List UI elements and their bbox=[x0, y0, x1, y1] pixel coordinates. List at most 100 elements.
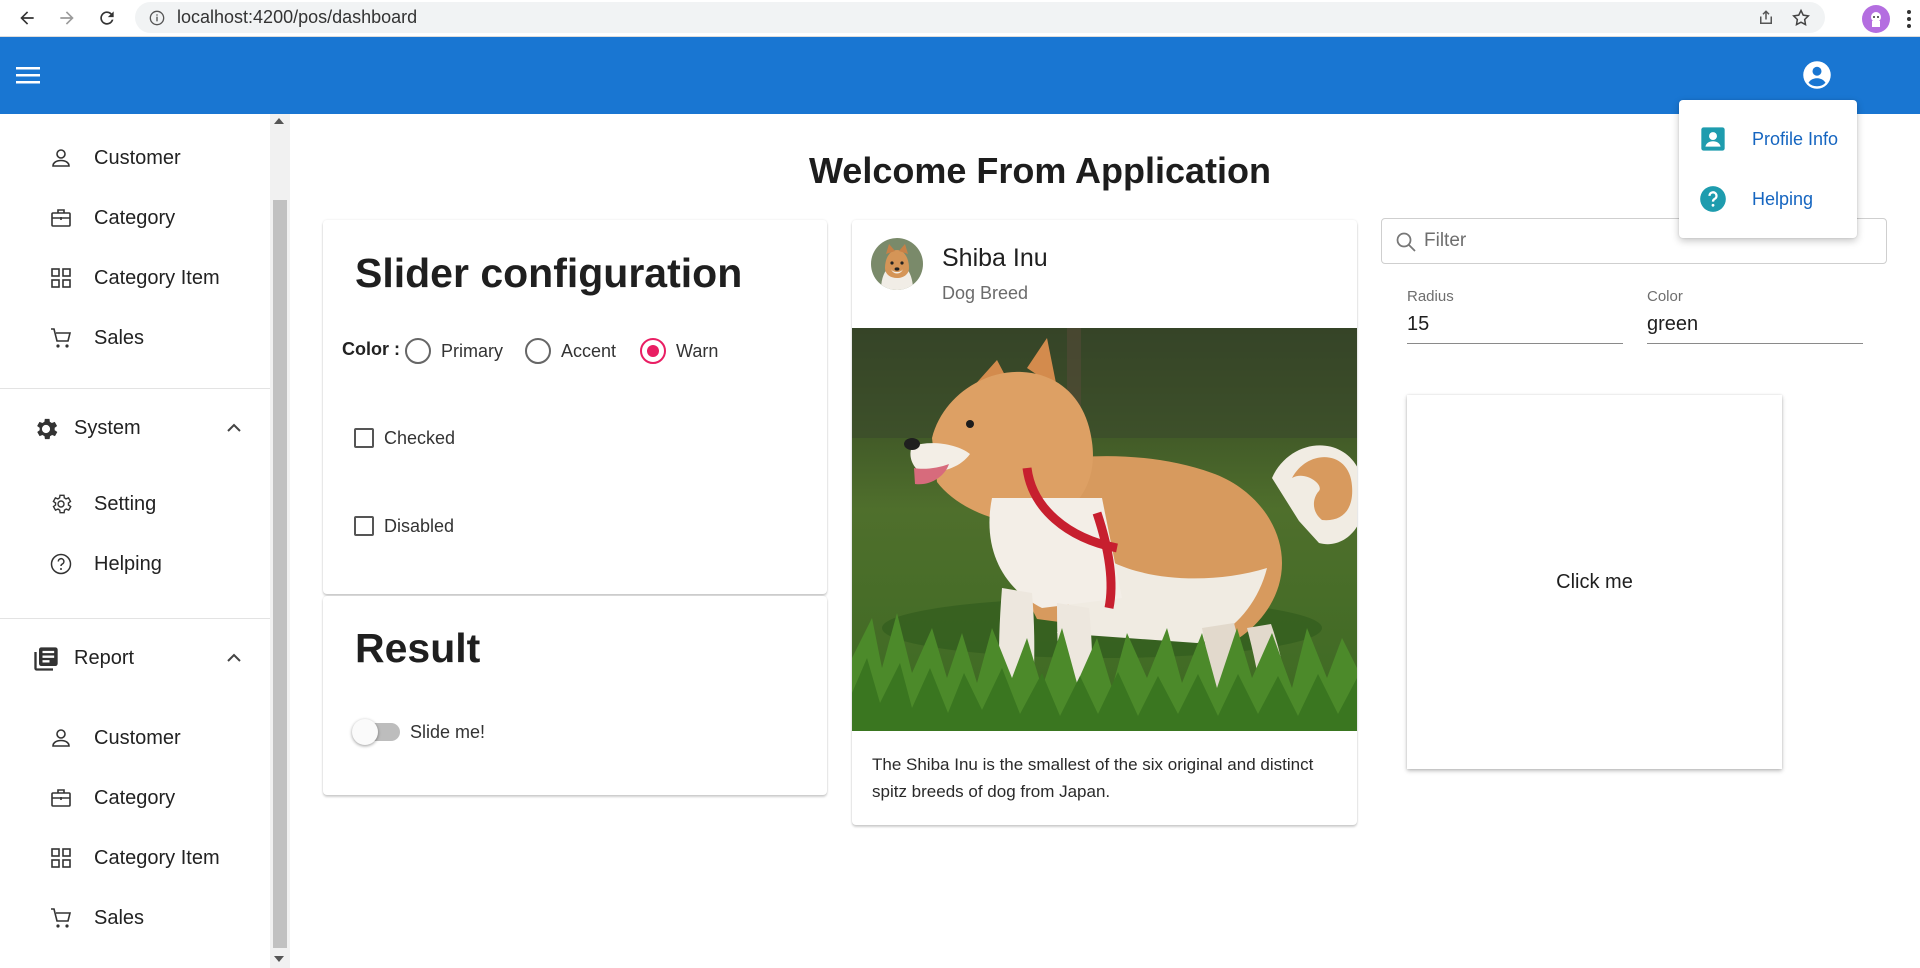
radio-circle[interactable] bbox=[405, 338, 431, 364]
search-icon bbox=[1396, 232, 1416, 252]
sidebar-item-report-customer[interactable]: Customer bbox=[0, 714, 270, 762]
radio-primary[interactable]: Primary bbox=[405, 338, 503, 364]
radio-label: Primary bbox=[441, 340, 503, 361]
shiba-inu-photo bbox=[852, 328, 1357, 731]
radio-circle-selected[interactable] bbox=[640, 338, 666, 364]
star-icon[interactable] bbox=[1791, 8, 1811, 28]
scroll-up-arrow-icon[interactable] bbox=[274, 118, 284, 124]
dog-avatar bbox=[871, 238, 923, 290]
sidebar-item-category[interactable]: Category bbox=[0, 194, 270, 242]
chevron-up-icon[interactable] bbox=[222, 416, 246, 440]
browser-profile-avatar[interactable] bbox=[1862, 4, 1890, 33]
help-icon bbox=[50, 553, 72, 575]
toggle-track[interactable] bbox=[352, 719, 400, 745]
sidebar-item-helping[interactable]: Helping bbox=[0, 540, 270, 588]
account-dropdown-menu: Profile Info Helping bbox=[1679, 100, 1857, 238]
checkbox-box[interactable] bbox=[354, 516, 374, 536]
address-bar[interactable]: localhost:4200/pos/dashboard bbox=[135, 2, 1825, 33]
sidebar-item-report-category-item[interactable]: Category Item bbox=[0, 834, 270, 882]
click-me-button[interactable]: Click me bbox=[1407, 395, 1782, 769]
info-icon[interactable] bbox=[149, 10, 165, 26]
menu-item-helping[interactable]: Helping bbox=[1679, 171, 1857, 227]
sidebar-item-setting[interactable]: Setting bbox=[0, 480, 270, 528]
sidebar-item-label: Category bbox=[94, 206, 176, 229]
sidebar-item-category-item[interactable]: Category Item bbox=[0, 254, 270, 302]
dog-card-title: Shiba Inu bbox=[942, 244, 1048, 272]
page-title: Welcome From Application bbox=[808, 150, 1272, 191]
sidebar-item-customer[interactable]: Customer bbox=[0, 134, 270, 182]
dog-card-description: The Shiba Inu is the smallest of the six… bbox=[872, 755, 1314, 801]
back-icon[interactable] bbox=[10, 1, 44, 35]
menu-item-label: Helping bbox=[1752, 188, 1814, 209]
gear-filled-icon bbox=[37, 418, 58, 440]
sidebar-item-label: Category bbox=[94, 786, 176, 809]
briefcase-icon bbox=[51, 209, 71, 227]
radio-accent[interactable]: Accent bbox=[525, 338, 616, 364]
checkbox-disabled[interactable]: Disabled bbox=[354, 515, 454, 537]
forward-icon[interactable] bbox=[50, 1, 84, 35]
radio-warn[interactable]: Warn bbox=[640, 338, 718, 364]
sidebar-item-report-category[interactable]: Category bbox=[0, 774, 270, 822]
sidebar-item-label: Setting bbox=[94, 492, 157, 515]
checkbox-label: Disabled bbox=[384, 515, 455, 536]
checkbox-box[interactable] bbox=[354, 428, 374, 448]
person-icon bbox=[52, 729, 70, 747]
radio-label: Accent bbox=[561, 340, 617, 361]
dog-card-subtitle: Dog Breed bbox=[942, 283, 1029, 303]
sidebar-item-label: Category Item bbox=[94, 266, 220, 289]
scrollbar-thumb[interactable] bbox=[273, 200, 287, 948]
briefcase-icon bbox=[51, 789, 71, 807]
sidebar-item-label: Customer bbox=[94, 726, 181, 749]
sidebar-item-label: Helping bbox=[94, 552, 162, 575]
library-books-icon bbox=[34, 647, 58, 671]
slider-config-heading: Slider configuration bbox=[355, 250, 743, 296]
color-field[interactable]: Color bbox=[1647, 288, 1863, 344]
cart-icon bbox=[51, 328, 72, 348]
menu-item-label: Profile Info bbox=[1752, 128, 1839, 149]
menu-item-profile-info[interactable]: Profile Info bbox=[1679, 111, 1857, 167]
sidebar-group-report[interactable]: Report bbox=[0, 630, 270, 686]
sidebar-item-label: Sales bbox=[94, 906, 145, 929]
sidebar-list: Customer Category Category Item Sales Sy… bbox=[0, 114, 270, 968]
color-input[interactable] bbox=[1647, 310, 1863, 338]
chevron-up-icon[interactable] bbox=[222, 646, 246, 670]
sidebar: Customer Category Category Item Sales Sy… bbox=[0, 114, 290, 968]
slide-toggle[interactable]: Slide me! bbox=[352, 719, 486, 745]
gear-icon bbox=[52, 494, 72, 514]
app-toolbar bbox=[0, 37, 1920, 114]
url-text: localhost:4200/pos/dashboard bbox=[177, 7, 418, 27]
scroll-down-arrow-icon[interactable] bbox=[274, 956, 284, 962]
sidebar-group-label: System bbox=[74, 416, 141, 439]
grid-icon bbox=[51, 268, 71, 288]
checkbox-checked[interactable]: Checked bbox=[354, 427, 455, 449]
person-icon bbox=[52, 149, 70, 167]
sidebar-divider bbox=[0, 388, 270, 389]
toggle-label: Slide me! bbox=[410, 721, 486, 742]
radius-field[interactable]: Radius bbox=[1407, 288, 1623, 344]
sidebar-group-system[interactable]: System bbox=[0, 400, 270, 456]
sidebar-item-sales[interactable]: Sales bbox=[0, 314, 270, 362]
sidebar-item-label: Sales bbox=[94, 326, 145, 349]
toggle-thumb[interactable] bbox=[352, 719, 378, 745]
browser-bar: localhost:4200/pos/dashboard bbox=[0, 0, 1920, 37]
account-circle-icon[interactable] bbox=[1797, 55, 1837, 95]
help-circle-icon bbox=[1700, 186, 1726, 212]
sidebar-item-label: Customer bbox=[94, 146, 181, 169]
color-label: Color : bbox=[342, 339, 400, 359]
grid-icon bbox=[51, 848, 71, 868]
reload-icon[interactable] bbox=[90, 1, 124, 35]
radius-input[interactable] bbox=[1407, 310, 1623, 338]
sidebar-item-label: Category Item bbox=[94, 846, 220, 869]
result-heading: Result bbox=[355, 625, 481, 671]
sidebar-scrollbar[interactable] bbox=[270, 114, 290, 968]
hamburger-menu-icon[interactable] bbox=[10, 57, 46, 93]
radio-circle[interactable] bbox=[525, 338, 551, 364]
sidebar-item-report-sales[interactable]: Sales bbox=[0, 894, 270, 942]
checkbox-label: Checked bbox=[384, 427, 456, 448]
cart-icon bbox=[51, 908, 72, 928]
browser-menu-icon[interactable] bbox=[1906, 9, 1912, 29]
share-icon[interactable] bbox=[1757, 9, 1775, 27]
radius-label: Radius bbox=[1407, 288, 1454, 305]
color-field-label: Color bbox=[1647, 288, 1683, 305]
sidebar-group-label: Report bbox=[74, 646, 135, 669]
